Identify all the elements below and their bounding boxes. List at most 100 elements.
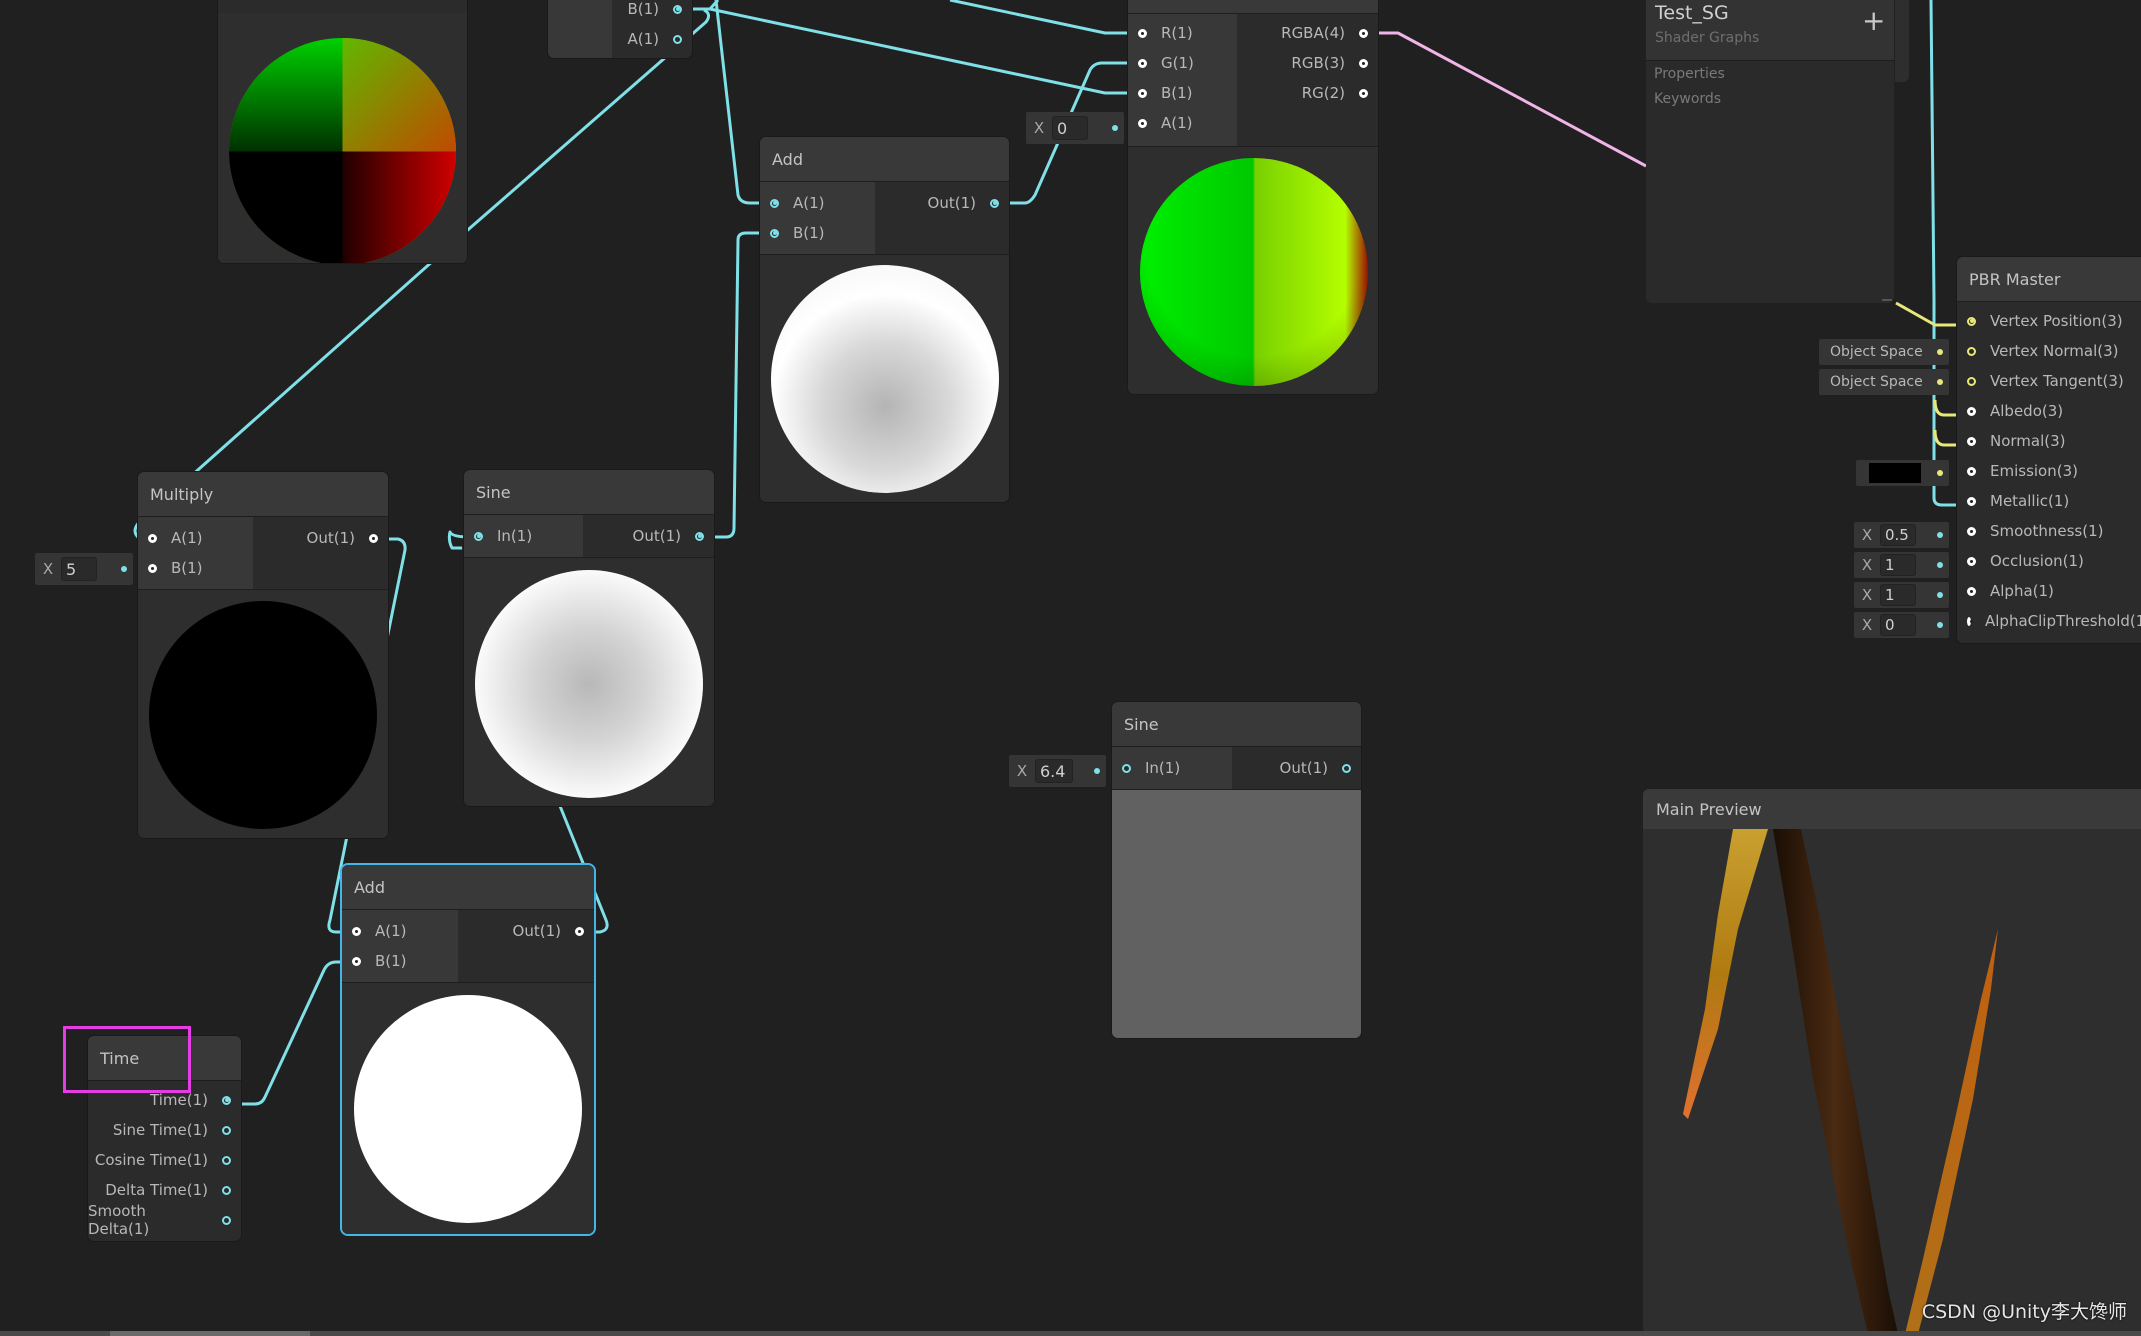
input-port-a[interactable]: A(1) <box>138 523 253 553</box>
port-connected-icon[interactable] <box>770 228 779 238</box>
vertex-normal-space-dropdown[interactable]: Object Space <box>1819 339 1949 365</box>
input-port-a[interactable]: A(1) <box>1128 108 1237 138</box>
preview-3d-model[interactable] <box>1643 829 2141 1334</box>
input-port-emission[interactable]: Emission(3) <box>1957 456 2141 486</box>
section-properties[interactable]: Properties <box>1654 66 1725 82</box>
port-connected-icon[interactable] <box>222 1095 231 1105</box>
output-port-cosine-time[interactable]: Cosine Time(1) <box>88 1145 241 1175</box>
sine-node-left[interactable]: Sine In(1) Out(1) <box>464 470 714 806</box>
port-empty-icon[interactable] <box>222 1155 231 1165</box>
horizontal-scrollbar[interactable] <box>0 1331 2141 1336</box>
port-connected-icon[interactable] <box>1138 28 1147 38</box>
multiply-node[interactable]: Multiply A(1) B(1) Out(1) <box>138 472 388 838</box>
vertex-tangent-space-dropdown[interactable]: Object Space <box>1819 369 1949 395</box>
input-port-a[interactable]: A(1) <box>342 916 458 946</box>
input-port-alpha-clip-threshold[interactable]: AlphaClipThreshold(1) <box>1957 606 2141 636</box>
port-empty-icon[interactable] <box>222 1185 231 1195</box>
port-connected-icon[interactable] <box>575 926 584 936</box>
port-connected-icon[interactable] <box>1967 556 1976 566</box>
alpha-field[interactable]: X 1 <box>1854 582 1949 608</box>
output-port-rgba[interactable]: RGBA(4) <box>1237 18 1378 48</box>
input-port-r[interactable]: R(1) <box>1128 18 1237 48</box>
port-empty-icon[interactable] <box>1342 763 1351 773</box>
port-connected-icon[interactable] <box>695 531 704 541</box>
input-port-b[interactable]: B(1) <box>760 218 875 248</box>
port-connected-icon[interactable] <box>1967 586 1976 596</box>
port-empty-icon[interactable] <box>1967 346 1976 356</box>
combine-a-default-field[interactable]: X 0 <box>1026 112 1124 144</box>
input-port-smoothness[interactable]: Smoothness(1) <box>1957 516 2141 546</box>
port-connected-icon[interactable] <box>1359 88 1368 98</box>
scrollbar-thumb[interactable] <box>110 1331 310 1336</box>
section-keywords[interactable]: Keywords <box>1654 91 1721 107</box>
occlusion-field[interactable]: X 1 <box>1854 552 1949 578</box>
blackboard-scroll-edge[interactable] <box>1895 0 1909 82</box>
input-port-g[interactable]: G(1) <box>1128 48 1237 78</box>
blackboard-panel[interactable]: Test_SG Shader Graphs + Properties Keywo… <box>1646 0 1894 303</box>
output-port-sine-time[interactable]: Sine Time(1) <box>88 1115 241 1145</box>
port-connected-icon[interactable] <box>1967 316 1976 326</box>
port-connected-icon[interactable] <box>352 926 361 936</box>
value-input[interactable]: 6.4 <box>1035 759 1073 783</box>
port-empty-icon[interactable] <box>1122 763 1131 773</box>
combine-node[interactable]: R(1) G(1) B(1) A(1) RGBA(4) RGB(3) RG(2) <box>1128 0 1378 394</box>
input-port-vertex-normal[interactable]: Vertex Normal(3) <box>1957 336 2141 366</box>
value-input[interactable]: 5 <box>61 557 97 581</box>
output-port-b[interactable]: B(1) <box>612 0 692 24</box>
input-port-normal[interactable]: Normal(3) <box>1957 426 2141 456</box>
port-empty-icon[interactable] <box>222 1125 231 1135</box>
port-connected-icon[interactable] <box>673 4 682 14</box>
add-property-button[interactable]: + <box>1862 4 1885 37</box>
port-connected-icon[interactable] <box>990 198 999 208</box>
multiply-b-default-field[interactable]: X 5 <box>35 553 133 585</box>
port-connected-icon[interactable] <box>1138 58 1147 68</box>
emission-color-field[interactable] <box>1856 460 1949 486</box>
sine-node-right[interactable]: Sine In(1) Out(1) <box>1112 702 1361 1038</box>
input-port-b[interactable]: B(1) <box>138 553 253 583</box>
output-port-out[interactable]: Out(1) <box>458 916 594 946</box>
emission-color-swatch[interactable] <box>1869 463 1921 483</box>
port-connected-icon[interactable] <box>1967 616 1973 626</box>
input-port-in[interactable]: In(1) <box>464 521 583 551</box>
port-connected-icon[interactable] <box>148 533 157 543</box>
port-empty-icon[interactable] <box>673 34 682 44</box>
port-connected-icon[interactable] <box>1359 58 1368 68</box>
input-port-occlusion[interactable]: Occlusion(1) <box>1957 546 2141 576</box>
input-port-b[interactable]: B(1) <box>1128 78 1237 108</box>
output-port-smooth-delta[interactable]: Smooth Delta(1) <box>88 1202 241 1238</box>
shader-graph-canvas[interactable]: B(1) A(1) R(1) G(1) B(1) A(1) RGBA(4) RG… <box>0 0 2141 1336</box>
output-port-out[interactable]: Out(1) <box>583 521 714 551</box>
port-connected-icon[interactable] <box>369 533 378 543</box>
sine-in-default-field[interactable]: X 6.4 <box>1009 755 1106 787</box>
output-port-out[interactable]: Out(1) <box>1232 753 1361 783</box>
port-connected-icon[interactable] <box>1967 526 1976 536</box>
port-connected-icon[interactable] <box>1967 466 1976 476</box>
output-port-out[interactable]: Out(1) <box>253 523 388 553</box>
input-port-albedo[interactable]: Albedo(3) <box>1957 396 2141 426</box>
alpha-clip-threshold-field[interactable]: X 0 <box>1854 612 1949 638</box>
input-port-a[interactable]: A(1) <box>760 188 875 218</box>
port-connected-icon[interactable] <box>1967 436 1976 446</box>
output-port-delta-time[interactable]: Delta Time(1) <box>88 1175 241 1205</box>
input-port-alpha[interactable]: Alpha(1) <box>1957 576 2141 606</box>
value-input[interactable]: 1 <box>1880 584 1916 606</box>
port-connected-icon[interactable] <box>1967 496 1976 506</box>
port-connected-icon[interactable] <box>1359 28 1368 38</box>
resize-handle[interactable] <box>1882 299 1892 301</box>
port-connected-icon[interactable] <box>1967 406 1976 416</box>
value-input[interactable]: 1 <box>1880 554 1916 576</box>
uv-preview-node[interactable] <box>218 0 467 263</box>
output-port-rgb[interactable]: RGB(3) <box>1237 48 1378 78</box>
port-connected-icon[interactable] <box>1138 88 1147 98</box>
output-port-out[interactable]: Out(1) <box>875 188 1009 218</box>
input-port-vertex-position[interactable]: Vertex Position(3) <box>1957 306 2141 336</box>
output-port-a[interactable]: A(1) <box>612 24 692 54</box>
value-input[interactable]: 0 <box>1880 614 1916 636</box>
port-empty-icon[interactable] <box>1967 376 1976 386</box>
value-input[interactable]: 0 <box>1052 116 1088 140</box>
input-port-metallic[interactable]: Metallic(1) <box>1957 486 2141 516</box>
value-input[interactable]: 0.5 <box>1880 524 1916 546</box>
port-empty-icon[interactable] <box>222 1215 231 1225</box>
split-node[interactable]: B(1) A(1) <box>548 0 692 58</box>
add-node-top[interactable]: Add A(1) B(1) Out(1) <box>760 137 1009 502</box>
